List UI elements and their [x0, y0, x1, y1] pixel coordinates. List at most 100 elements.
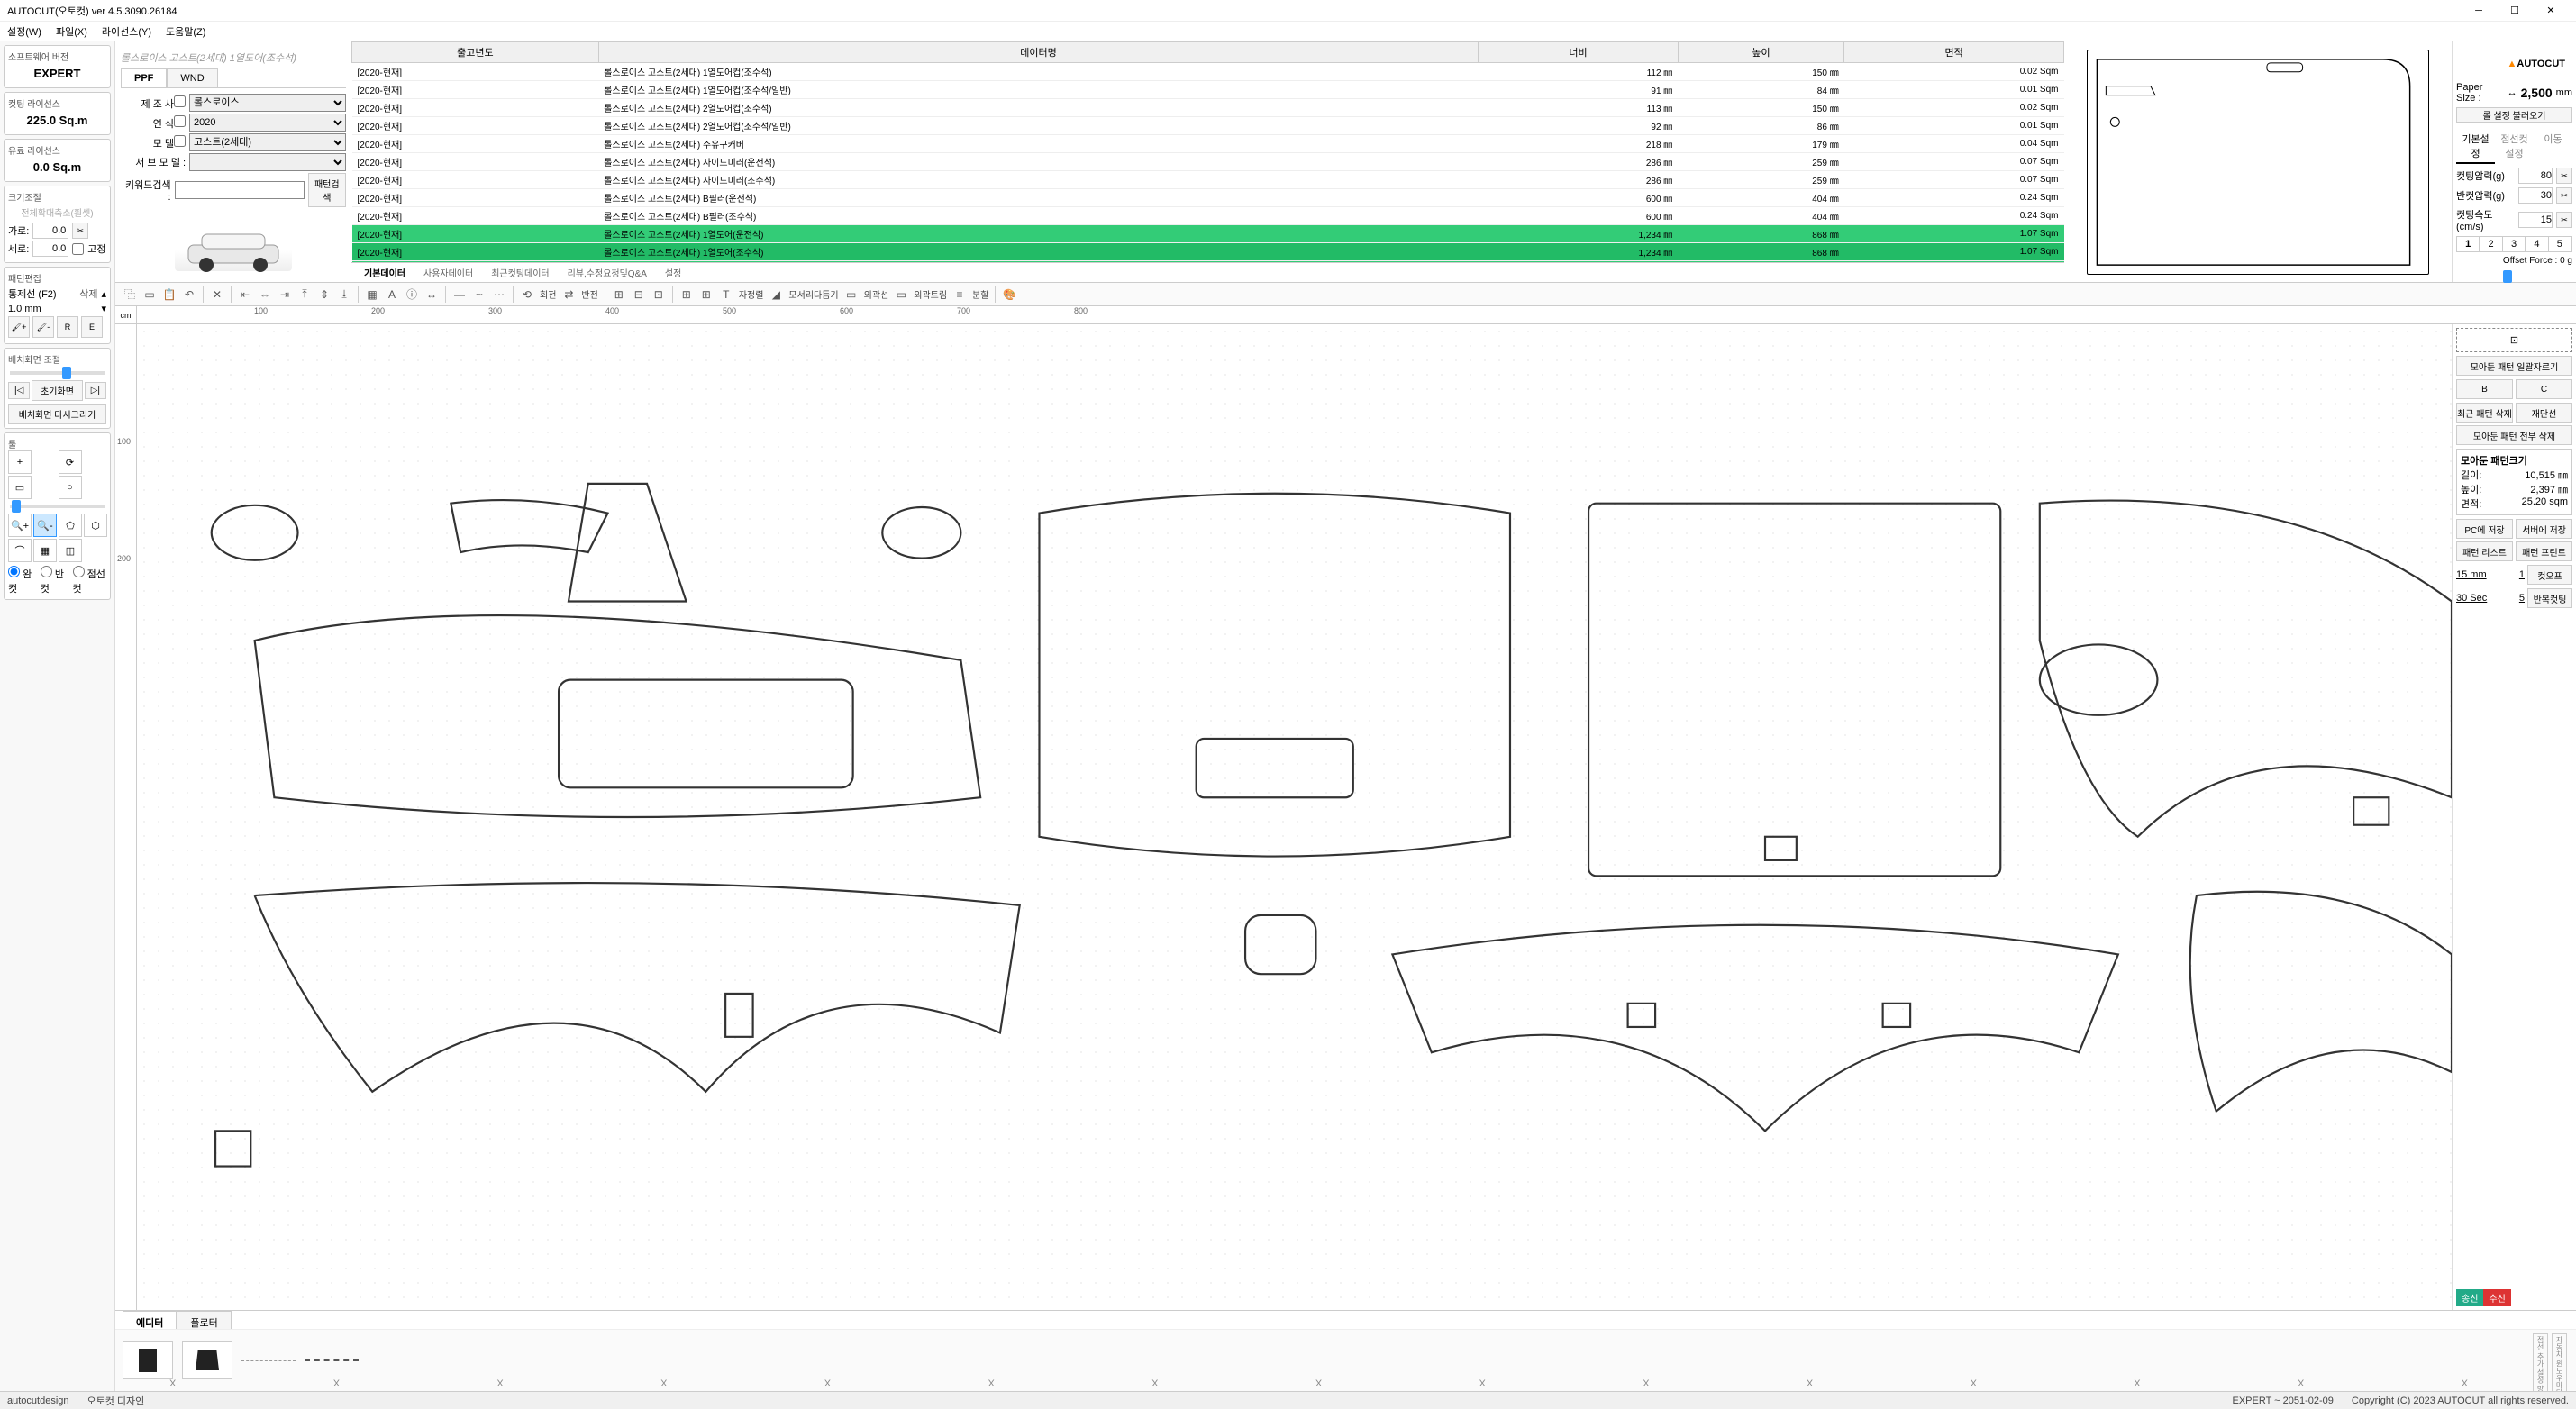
send-badge[interactable]: 송신: [2456, 1289, 2483, 1306]
grid-icon[interactable]: ▦: [363, 286, 381, 304]
tab-move-setting[interactable]: 이동: [2534, 130, 2572, 164]
subtab-user[interactable]: 사용자데이터: [414, 263, 482, 282]
model-select[interactable]: 고스트(2세대): [189, 133, 346, 151]
table-row[interactable]: [2020-현재]롤스로이스 고스트(2세대) 1열도어(운전석)1,234 ㎜…: [352, 225, 2064, 243]
align-left-icon[interactable]: ⇤: [236, 286, 254, 304]
sub-select[interactable]: [189, 153, 346, 171]
line-dot-icon[interactable]: ⋯: [490, 286, 508, 304]
subtab-basic[interactable]: 기본데이터: [355, 263, 414, 282]
col-name[interactable]: 데이터명: [598, 42, 1479, 63]
drop-zone[interactable]: ⊡: [2456, 328, 2572, 352]
refresh-tool-icon[interactable]: ⟳: [59, 450, 82, 474]
repeat-count[interactable]: 5: [2519, 593, 2525, 604]
maker-select[interactable]: 롤스로이스: [189, 94, 346, 112]
tab-editor[interactable]: 에디터: [123, 1311, 177, 1329]
table-row[interactable]: [2020-현재]롤스로이스 고스트(2세대) B필러(운전석)600 ㎜404…: [352, 189, 2064, 207]
rect-tool-icon[interactable]: ▭: [8, 476, 32, 499]
model-check[interactable]: [174, 135, 186, 147]
minimize-button[interactable]: ─: [2461, 1, 2497, 21]
year-check[interactable]: [174, 115, 186, 127]
repeat-button[interactable]: 반복컷팅: [2527, 588, 2572, 608]
num-tab-2[interactable]: 2: [2480, 237, 2502, 251]
align-tool-icon[interactable]: T: [717, 286, 735, 304]
cut-speed-tool-icon[interactable]: ✂: [2556, 212, 2572, 228]
strip-label-b[interactable]: 자동차 윈도우마다: [2552, 1333, 2567, 1391]
select-icon[interactable]: ▭: [141, 286, 159, 304]
e-button[interactable]: E: [81, 316, 103, 338]
crop-tool-icon[interactable]: ◫: [59, 539, 82, 562]
menu-file[interactable]: 파일(X): [56, 24, 87, 39]
tab-plotter[interactable]: 플로터: [177, 1311, 231, 1329]
table-row[interactable]: [2020-현재]롤스로이스 고스트(2세대) 1열도어(조수석)1,234 ㎜…: [352, 243, 2064, 261]
down-icon[interactable]: ▾: [101, 303, 106, 314]
save-server-button[interactable]: 서버에 저장: [2516, 519, 2572, 539]
subtab-review[interactable]: 리뷰,수정요청및Q&A: [559, 263, 656, 282]
thumb-1[interactable]: [123, 1341, 173, 1379]
delete-icon[interactable]: ✕: [208, 286, 226, 304]
corner-icon[interactable]: ◢: [767, 286, 785, 304]
num-tab-4[interactable]: 4: [2526, 237, 2548, 251]
all-delete-button[interactable]: 모아둔 패턴 전부 삭제: [2456, 425, 2572, 445]
text-icon[interactable]: A: [383, 286, 401, 304]
auto-arrange-icon[interactable]: ⊞: [678, 286, 696, 304]
align-right-icon[interactable]: ⇥: [276, 286, 294, 304]
paste-icon[interactable]: 📋: [160, 286, 178, 304]
palette-icon[interactable]: 🎨: [1000, 286, 1018, 304]
close-button[interactable]: ✕: [2533, 1, 2569, 21]
year-select[interactable]: 2020: [189, 114, 346, 132]
c-button[interactable]: C: [2516, 379, 2572, 399]
align-center-h-icon[interactable]: ⇔: [256, 286, 274, 304]
cut-press-tool-icon[interactable]: ✂: [2556, 168, 2572, 184]
outline-trim-icon[interactable]: ▭: [892, 286, 910, 304]
save-pc-button[interactable]: PC에 저장: [2456, 519, 2513, 539]
col-width[interactable]: 너비: [1479, 42, 1679, 63]
cut-half-radio[interactable]: 반 컷: [41, 566, 69, 595]
num-tab-3[interactable]: 3: [2503, 237, 2526, 251]
align-middle-icon[interactable]: ⇕: [315, 286, 333, 304]
strip-label-a[interactable]: 점선 추가 설정 방법: [2533, 1333, 2548, 1391]
num-tab-1[interactable]: 1: [2457, 237, 2480, 251]
pattern-print-button[interactable]: 패턴 프린트: [2516, 541, 2572, 561]
outline-icon[interactable]: ▭: [842, 286, 860, 304]
table-row[interactable]: [2020-현재]롤스로이스 고스트(2세대) 2열도어컵(조수석)113 ㎜1…: [352, 99, 2064, 117]
repeat-sec[interactable]: 30 Sec: [2456, 593, 2487, 604]
cutoff-mm[interactable]: 15 mm: [2456, 569, 2487, 580]
measure-icon[interactable]: ↔: [423, 286, 441, 304]
cut-speed-input[interactable]: [2518, 212, 2553, 228]
tab-basic-setting[interactable]: 기본설정: [2456, 130, 2495, 164]
layout-slider[interactable]: [10, 371, 105, 375]
thumb-2[interactable]: [182, 1341, 232, 1379]
tool-slider[interactable]: [10, 505, 105, 508]
copy-icon[interactable]: ⿻: [121, 286, 139, 304]
pattern-list-button[interactable]: 패턴 리스트: [2456, 541, 2513, 561]
maker-check[interactable]: [174, 95, 186, 107]
subtab-recent[interactable]: 최근컷팅데이터: [482, 263, 558, 282]
delete-label[interactable]: 삭제: [79, 286, 97, 301]
cutoff-count[interactable]: 1: [2519, 569, 2525, 580]
table-row[interactable]: [2020-현재]롤스로이스 고스트(2세대) B필러(조수석)600 ㎜404…: [352, 207, 2064, 225]
tag-tool-icon[interactable]: ⬡: [84, 514, 107, 537]
redraw-button[interactable]: 배치화면 다시그리기: [8, 404, 106, 424]
cutline-button[interactable]: 재단선: [2516, 403, 2572, 423]
align-bottom-icon[interactable]: ⤓: [335, 286, 353, 304]
load-roll-button[interactable]: 롤 설정 불러오기: [2456, 107, 2572, 123]
line-solid-icon[interactable]: —: [451, 286, 469, 304]
table-row[interactable]: [2020-현재]롤스로이스 고스트(2세대) 사이드미러(조수석)286 ㎜2…: [352, 171, 2064, 189]
half-press-tool-icon[interactable]: ✂: [2556, 187, 2572, 204]
add-tool-icon[interactable]: +: [8, 450, 32, 474]
b-button[interactable]: B: [2456, 379, 2513, 399]
table-row[interactable]: [2020-현재]롤스로이스 고스트(2세대) 2열도어컵(조수석/일반)92 …: [352, 117, 2064, 135]
init-view-button[interactable]: 초기화면: [32, 380, 82, 401]
split-icon[interactable]: ≡: [951, 286, 969, 304]
group-icon[interactable]: ⊞: [610, 286, 628, 304]
combine-icon[interactable]: ⊡: [650, 286, 668, 304]
num-tab-5[interactable]: 5: [2549, 237, 2571, 251]
tab-ppf[interactable]: PPF: [121, 68, 167, 87]
paint-add-icon[interactable]: 🖌+: [8, 316, 30, 338]
info-icon[interactable]: ⓘ: [403, 286, 421, 304]
cut-full-radio[interactable]: 완 컷: [8, 566, 37, 595]
cutoff-button[interactable]: 컷오프: [2527, 565, 2572, 585]
width-tool-icon[interactable]: ✂: [72, 223, 88, 239]
up-icon[interactable]: ▴: [101, 288, 106, 300]
curve-tool-icon[interactable]: ⌒: [8, 539, 32, 562]
